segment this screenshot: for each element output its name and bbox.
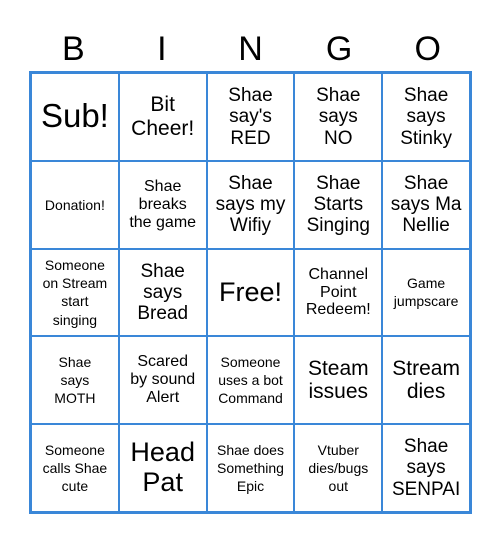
bingo-cell-text: Vtuber dies/bugs out (308, 441, 369, 495)
bingo-grid: Sub! Bit Cheer! Shae say's RED Shae says NO… (29, 71, 472, 514)
bingo-cell-text: Bit Cheer! (131, 93, 195, 140)
bingo-cell[interactable]: Shae breaks the game (118, 160, 207, 249)
header-letter-b: B (61, 30, 85, 68)
bingo-cell[interactable]: Shae says NO (294, 73, 383, 161)
bingo-header: B I N G O (29, 28, 472, 70)
bingo-cell-text: Head Pat (130, 437, 195, 498)
bingo-cell-text: Channel Point Redeem! (305, 265, 371, 319)
header-letter-i: I (157, 30, 167, 68)
bingo-cell-text: Shae say's RED (228, 85, 273, 149)
bingo-cell-text: Shae says my Wifiy (215, 172, 286, 237)
bingo-cell-text: Stream dies (392, 356, 460, 404)
bingo-cell[interactable]: Shae says Stinky (382, 73, 470, 161)
bingo-cell-text: Scared by sound Alert (130, 353, 196, 407)
bingo-cell-text: Someone uses a bot Command (218, 354, 283, 407)
bingo-cell[interactable]: Channel Point Redeem! (294, 248, 383, 337)
header-letter-n: N (238, 30, 263, 68)
bingo-cell[interactable]: Donation! (31, 160, 119, 249)
bingo-cell-text: Free! (218, 276, 282, 307)
bingo-cell-text: Game jumpscare (393, 275, 459, 310)
header-letter-g: G (325, 30, 353, 68)
bingo-cell-text: Shae says Bread (137, 260, 189, 325)
bingo-cell[interactable]: Bit Cheer! (118, 73, 207, 161)
bingo-cell-text: Shae says MOTH (54, 354, 96, 407)
bingo-cell[interactable]: Someone calls Shae cute (31, 424, 119, 512)
bingo-cell[interactable]: Shae says Ma Nellie (382, 160, 470, 249)
bingo-cell[interactable]: Someone on Stream start singing (31, 248, 119, 337)
bingo-cell[interactable]: Scared by sound Alert (118, 336, 207, 425)
bingo-cell[interactable]: Shae says my Wifiy (206, 160, 295, 249)
bingo-cell[interactable]: Steam issues (294, 336, 383, 425)
bingo-cell[interactable]: Shae says Bread (118, 248, 207, 337)
bingo-cell-text: Steam issues (307, 356, 369, 404)
bingo-cell-text: Shae says NO (316, 85, 361, 149)
bingo-cell[interactable]: Shae Starts Singing (294, 160, 383, 249)
bingo-cell[interactable]: Someone uses a bot Command (206, 336, 295, 425)
bingo-cell-text: Shae Starts Singing (306, 172, 370, 237)
bingo-cell-text: Shae breaks the game (129, 177, 197, 231)
bingo-cell-text: Donation! (44, 196, 105, 213)
bingo-cell[interactable]: Shae says MOTH (31, 336, 119, 425)
bingo-cell-text: Shae says SENPAI (391, 436, 461, 500)
bingo-cell-text: Someone on Stream start singing (42, 257, 108, 328)
bingo-cell[interactable]: Sub! (31, 73, 119, 161)
bingo-cell-text: Shae does Something Epic (217, 441, 284, 495)
bingo-cell-text: Shae says Ma Nellie (390, 172, 462, 237)
bingo-cell[interactable]: Shae say's RED (206, 73, 295, 161)
bingo-cell[interactable]: Vtuber dies/bugs out (294, 424, 383, 512)
bingo-cell[interactable]: Game jumpscare (382, 248, 470, 337)
bingo-cell[interactable]: Head Pat (118, 424, 207, 512)
bingo-cell[interactable]: Stream dies (382, 336, 470, 425)
bingo-cell[interactable]: Shae says SENPAI (382, 424, 470, 512)
bingo-cell-text: Shae says Stinky (400, 85, 452, 149)
header-letter-o: O (414, 30, 441, 68)
bingo-cell[interactable]: Shae does Something Epic (206, 424, 295, 512)
bingo-cell[interactable]: Free! (206, 248, 295, 337)
bingo-cell-text: Sub! (40, 97, 109, 135)
bingo-cell-text: Someone calls Shae cute (42, 441, 108, 495)
